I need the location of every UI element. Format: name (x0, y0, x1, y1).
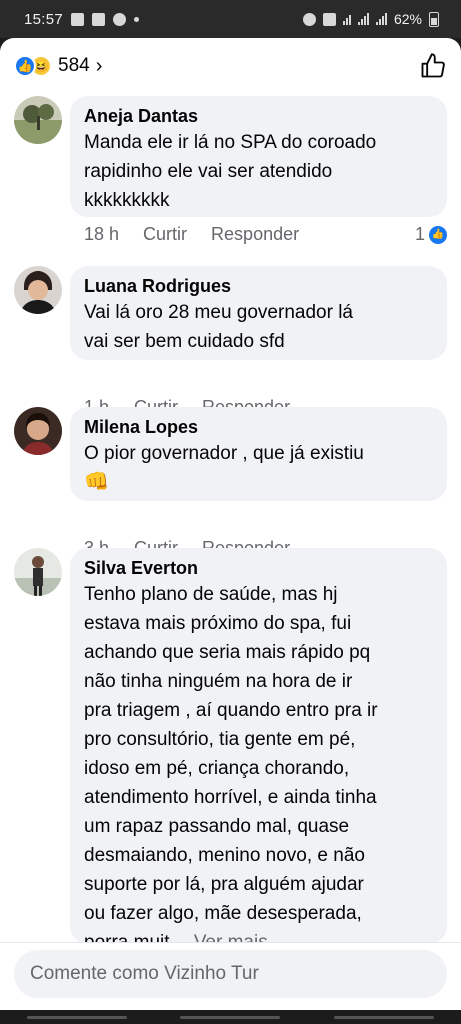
comment-bubble[interactable]: Aneja Dantas Manda ele ir lá no SPA do c… (70, 96, 447, 217)
comment-text: Manda ele ir lá no SPA do coroado rapidi… (84, 132, 377, 211)
comment-text: Tenho plano de saúde, mas hj estava mais… (84, 580, 433, 957)
comment-bubble[interactable]: Luana Rodrigues Vai lá oro 28 meu govern… (70, 266, 447, 360)
comment-bubble[interactable]: Milena Lopes O pior governador , que já … (70, 407, 447, 501)
reaction-bar: 👍 😆 584 › (0, 38, 461, 94)
reaction-summary[interactable]: 👍 😆 584 › (14, 55, 102, 78)
signal-2-icon (375, 13, 387, 25)
comment-item: Silva Everton Tenho plano de saúde, mas … (14, 548, 447, 953)
signal-icon (357, 13, 369, 25)
like-reaction-icon: 👍 (14, 55, 36, 77)
nav-recent-button[interactable] (26, 1015, 127, 1019)
like-outline-icon[interactable] (419, 52, 447, 80)
reply-button[interactable]: Responder (211, 224, 299, 245)
comment-author[interactable]: Aneja Dantas (84, 105, 433, 128)
comment-text: Vai lá oro 28 meu governador lá vai ser … (84, 302, 353, 352)
comment-input-placeholder: Comente como Vizinho Tur (30, 963, 259, 984)
gallery-notification-icon (71, 12, 85, 26)
chevron-right-icon: › (95, 54, 103, 77)
comment-item: Milena Lopes O pior governador , que já … (14, 407, 447, 558)
comment-item: Aneja Dantas Manda ele ir lá no SPA do c… (14, 96, 447, 258)
comment-author[interactable]: Luana Rodrigues (84, 275, 433, 298)
nav-back-button[interactable] (334, 1015, 435, 1019)
comment-actions: 18 h Curtir Responder (84, 224, 299, 245)
avatar[interactable] (14, 548, 62, 596)
more-notifications-icon (134, 16, 140, 22)
reaction-count: 584 (58, 55, 90, 76)
comment-composer: Comente como Vizinho Tur (0, 942, 461, 1010)
avatar[interactable] (14, 407, 62, 455)
comments-sheet: 👍 😆 584 › Aneja Dantas Manda ele ir lá n… (0, 38, 461, 1010)
comment-input[interactable]: Comente como Vizinho Tur (14, 950, 447, 998)
comment-text-content: Tenho plano de saúde, mas hj estava mais… (84, 584, 378, 924)
status-bar: 15:57 62% (0, 0, 461, 38)
comment-item: Luana Rodrigues Vai lá oro 28 meu govern… (14, 266, 447, 417)
message-notification-icon (92, 12, 106, 26)
wifi-icon (342, 13, 351, 25)
comment-reaction-count[interactable]: 1 👍 (415, 224, 447, 245)
avatar[interactable] (14, 96, 62, 144)
system-navigation-bar (0, 1010, 461, 1024)
like-button[interactable]: Curtir (143, 224, 187, 245)
battery-percent: 62% (393, 11, 422, 27)
comment-reaction-number: 1 (414, 224, 425, 244)
comment-bubble[interactable]: Silva Everton Tenho plano de saúde, mas … (70, 548, 447, 953)
fist-emoji: 👊 (84, 471, 109, 493)
whatsapp-notification-icon (113, 12, 127, 26)
status-time: 15:57 (24, 10, 64, 28)
comment-author[interactable]: Milena Lopes (84, 416, 433, 439)
avatar[interactable] (14, 266, 62, 314)
comment-text: O pior governador , que já existiu 👊 (84, 439, 433, 497)
alarm-icon (302, 12, 316, 26)
nav-home-button[interactable] (180, 1015, 281, 1019)
comment-time: 18 h (84, 224, 120, 244)
mute-icon (322, 12, 336, 26)
like-reaction-icon: 👍 (429, 225, 447, 244)
comment-author[interactable]: Silva Everton (84, 557, 433, 580)
battery-icon (429, 11, 439, 27)
comment-text-content: O pior governador , que já existiu (84, 443, 364, 464)
